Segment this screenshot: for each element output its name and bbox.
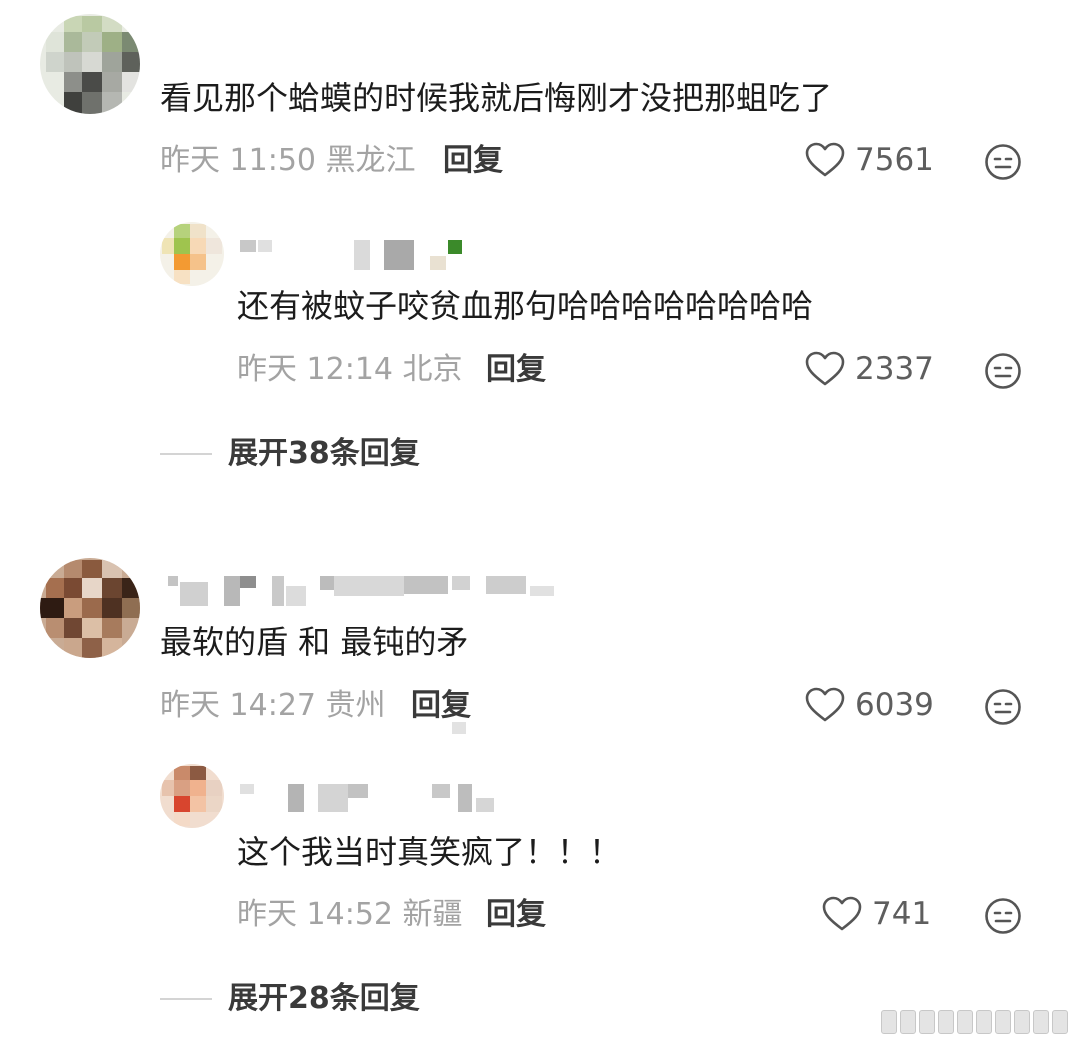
divider-line xyxy=(160,453,212,455)
user-avatar[interactable] xyxy=(40,14,140,114)
heart-outline-icon xyxy=(805,142,845,177)
comment-meta: 昨天 11:50 黑龙江 xyxy=(160,143,416,178)
blur-artifact xyxy=(452,722,466,734)
like-count: 741 xyxy=(872,896,932,932)
heart-outline-icon xyxy=(805,351,845,386)
neutral-face-icon[interactable] xyxy=(984,143,1022,185)
expand-replies-label: 展开38条回复 xyxy=(228,436,420,471)
like-count: 7561 xyxy=(855,142,934,178)
like-count: 2337 xyxy=(855,351,934,387)
like-button[interactable]: 6039 xyxy=(805,687,934,723)
neutral-face-icon[interactable] xyxy=(984,897,1022,939)
watermark xyxy=(881,1010,1068,1034)
reply-button[interactable]: 回复 xyxy=(411,688,471,724)
comment-meta: 昨天 14:27 贵州 xyxy=(160,688,386,723)
like-button[interactable]: 7561 xyxy=(805,142,934,178)
comment-text: 看见那个蛤蟆的时候我就后悔刚才没把那蛆吃了 xyxy=(160,79,833,117)
reply-text: 还有被蚊子咬贫血那句哈哈哈哈哈哈哈哈 xyxy=(237,287,814,325)
user-avatar[interactable] xyxy=(160,222,224,286)
reply-meta: 昨天 12:14 北京 xyxy=(237,352,463,387)
reply-button[interactable]: 回复 xyxy=(486,897,546,933)
neutral-face-icon[interactable] xyxy=(984,688,1022,730)
expand-replies-button[interactable]: 展开38条回复 xyxy=(160,436,420,472)
reply-button[interactable]: 回复 xyxy=(443,143,503,179)
neutral-face-icon[interactable] xyxy=(984,352,1022,394)
reply-button[interactable]: 回复 xyxy=(486,352,546,388)
expand-replies-button[interactable]: 展开28条回复 xyxy=(160,981,420,1017)
like-count: 6039 xyxy=(855,687,934,723)
user-avatar[interactable] xyxy=(160,764,224,828)
like-button[interactable]: 741 xyxy=(822,896,931,932)
reply-meta: 昨天 14:52 新疆 xyxy=(237,897,463,932)
heart-outline-icon xyxy=(822,896,862,931)
reply-text: 这个我当时真笑疯了！！！ xyxy=(237,833,622,871)
comment-text: 最软的盾 和 最钝的矛 xyxy=(160,623,469,661)
heart-outline-icon xyxy=(805,687,845,722)
user-avatar[interactable] xyxy=(40,558,140,658)
like-button[interactable]: 2337 xyxy=(805,351,934,387)
expand-replies-label: 展开28条回复 xyxy=(228,981,420,1016)
divider-line xyxy=(160,998,212,1000)
